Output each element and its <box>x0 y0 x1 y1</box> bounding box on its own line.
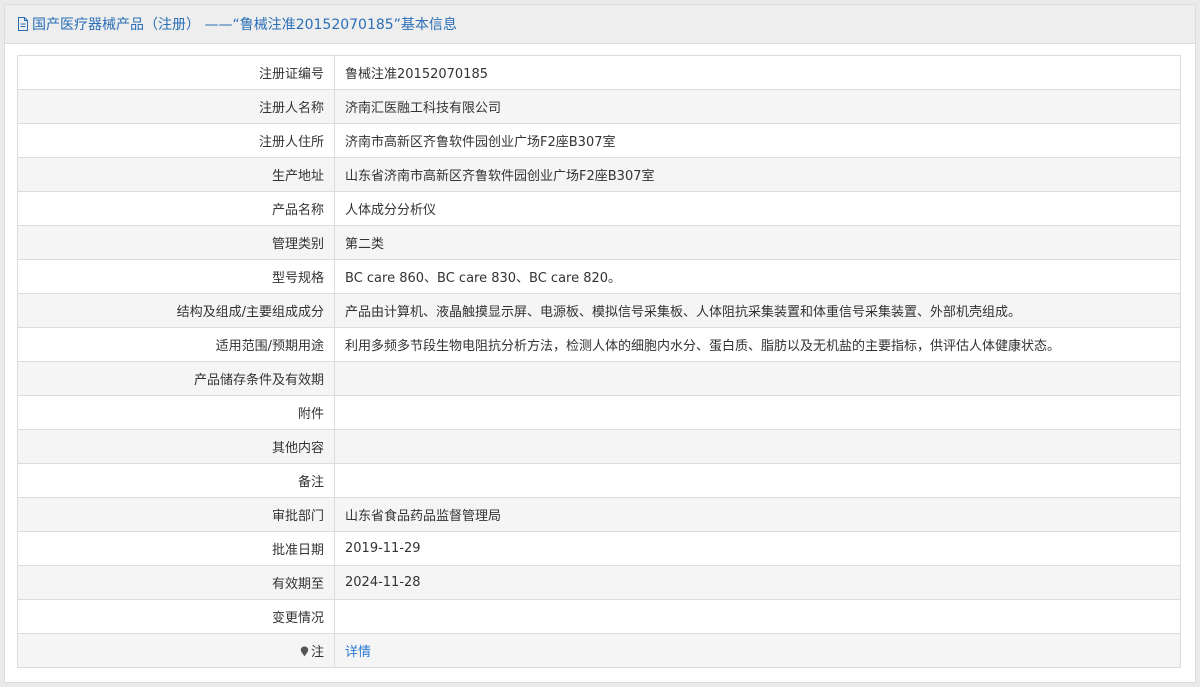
row-value <box>334 361 1181 396</box>
row-value: BC care 860、BC care 830、BC care 820。 <box>334 259 1181 294</box>
table-row: 生产地址 山东省济南市高新区齐鲁软件园创业广场F2座B307室 <box>17 157 1181 192</box>
table-row: 有效期至 2024-11-28 <box>17 565 1181 600</box>
table-row: 适用范围/预期用途 利用多频多节段生物电阻抗分析方法，检测人体的细胞内水分、蛋白… <box>17 327 1181 362</box>
row-value: 第二类 <box>334 225 1181 260</box>
row-value: 产品由计算机、液晶触摸显示屏、电源板、模拟信号采集板、人体阻抗采集装置和体重信号… <box>334 293 1181 328</box>
row-value: 山东省济南市高新区齐鲁软件园创业广场F2座B307室 <box>334 157 1181 192</box>
table-row: 注册证编号 鲁械注准20152070185 <box>17 55 1181 90</box>
row-label: 型号规格 <box>17 259 335 294</box>
table-row: 产品储存条件及有效期 <box>17 361 1181 396</box>
row-value <box>334 599 1181 634</box>
info-panel: 国产医疗器械产品（注册） ——“鲁械注准20152070185”基本信息 注册证… <box>4 4 1196 683</box>
table-row: 附件 <box>17 395 1181 430</box>
row-label: 附件 <box>17 395 335 430</box>
row-value: 2024-11-28 <box>334 565 1181 600</box>
row-label: 适用范围/预期用途 <box>17 327 335 362</box>
row-value <box>334 395 1181 430</box>
row-label: 变更情况 <box>17 599 335 634</box>
note-row: 注 详情 <box>17 633 1181 668</box>
row-label: 有效期至 <box>17 565 335 600</box>
row-label: 注册人住所 <box>17 123 335 158</box>
row-label: 产品名称 <box>17 191 335 226</box>
row-value: 山东省食品药品监督管理局 <box>334 497 1181 532</box>
note-value-cell: 详情 <box>334 633 1181 668</box>
note-label: 注 <box>310 645 324 660</box>
row-label: 管理类别 <box>17 225 335 260</box>
table-row: 产品名称 人体成分分析仪 <box>17 191 1181 226</box>
details-link[interactable]: 详情 <box>345 645 371 660</box>
row-label: 备注 <box>17 463 335 498</box>
note-label-cell: 注 <box>17 633 335 668</box>
table-row: 变更情况 <box>17 599 1181 634</box>
table-row: 注册人住所 济南市高新区齐鲁软件园创业广场F2座B307室 <box>17 123 1181 158</box>
table-row: 结构及组成/主要组成成分 产品由计算机、液晶触摸显示屏、电源板、模拟信号采集板、… <box>17 293 1181 328</box>
table-row: 其他内容 <box>17 429 1181 464</box>
page-title: 国产医疗器械产品（注册） ——“鲁械注准20152070185”基本信息 <box>32 17 457 33</box>
table-row: 备注 <box>17 463 1181 498</box>
table-row: 型号规格 BC care 860、BC care 830、BC care 820… <box>17 259 1181 294</box>
row-label: 注册人名称 <box>17 89 335 124</box>
panel-header: 国产医疗器械产品（注册） ——“鲁械注准20152070185”基本信息 <box>5 5 1195 44</box>
document-icon <box>18 17 28 31</box>
table-row: 批准日期 2019-11-29 <box>17 531 1181 566</box>
table-row: 管理类别 第二类 <box>17 225 1181 260</box>
row-label: 审批部门 <box>17 497 335 532</box>
table-row: 注册人名称 济南汇医融工科技有限公司 <box>17 89 1181 124</box>
row-value: 济南汇医融工科技有限公司 <box>334 89 1181 124</box>
row-value <box>334 463 1181 498</box>
row-label: 生产地址 <box>17 157 335 192</box>
row-value: 利用多频多节段生物电阻抗分析方法，检测人体的细胞内水分、蛋白质、脂肪以及无机盐的… <box>334 327 1181 362</box>
row-value: 2019-11-29 <box>334 531 1181 566</box>
row-value: 人体成分分析仪 <box>334 191 1181 226</box>
pin-icon <box>300 646 309 657</box>
row-value <box>334 429 1181 464</box>
table-row: 审批部门 山东省食品药品监督管理局 <box>17 497 1181 532</box>
row-label: 结构及组成/主要组成成分 <box>17 293 335 328</box>
row-label: 注册证编号 <box>17 55 335 90</box>
row-label: 其他内容 <box>17 429 335 464</box>
row-label: 产品储存条件及有效期 <box>17 361 335 396</box>
row-label: 批准日期 <box>17 531 335 566</box>
row-value: 济南市高新区齐鲁软件园创业广场F2座B307室 <box>334 123 1181 158</box>
row-value: 鲁械注准20152070185 <box>334 55 1181 90</box>
info-table: 注册证编号 鲁械注准20152070185 注册人名称 济南汇医融工科技有限公司… <box>17 55 1181 668</box>
